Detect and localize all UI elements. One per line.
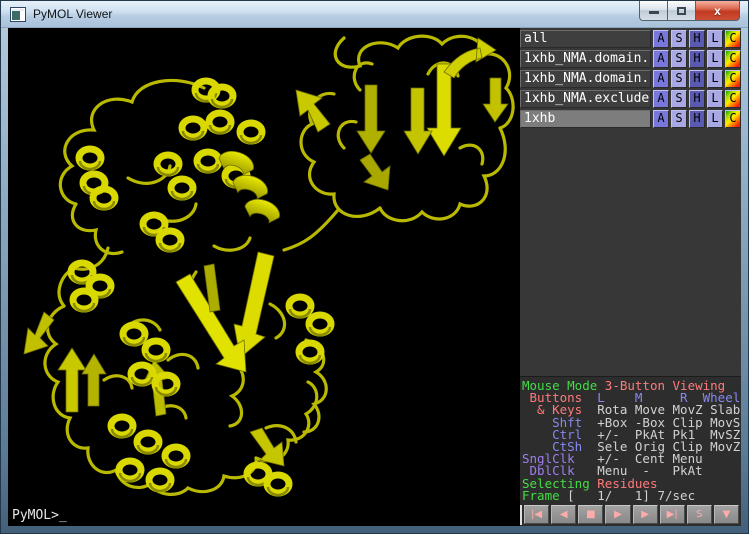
object-h-button[interactable]: H bbox=[689, 50, 705, 68]
window-content: PyMOL>_ allASHLC1xhb_NMA.domain.ASHLC1xh… bbox=[8, 28, 741, 526]
sidebar-spacer bbox=[520, 130, 741, 376]
minimize-button[interactable] bbox=[639, 1, 668, 21]
window-controls: x bbox=[639, 1, 740, 21]
step-back-button[interactable]: ◀ bbox=[551, 505, 576, 524]
menu-dropdown-button[interactable]: ▼ bbox=[714, 505, 739, 524]
go-to-start-button[interactable]: |◀ bbox=[524, 505, 549, 524]
object-row: allASHLC bbox=[520, 30, 741, 48]
play-button[interactable]: ▶ bbox=[605, 505, 630, 524]
viewport[interactable]: PyMOL>_ bbox=[8, 28, 520, 526]
object-name[interactable]: all bbox=[520, 30, 651, 48]
object-c-button[interactable]: C bbox=[725, 90, 741, 108]
object-h-button[interactable]: H bbox=[689, 90, 705, 108]
object-row: 1xhbASHLC bbox=[520, 110, 741, 128]
object-a-button[interactable]: A bbox=[653, 70, 669, 88]
sidebar: allASHLC1xhb_NMA.domain.ASHLC1xhb_NMA.do… bbox=[520, 28, 741, 526]
object-s-button[interactable]: S bbox=[671, 50, 687, 68]
object-l-button[interactable]: L bbox=[707, 50, 723, 68]
close-button[interactable]: x bbox=[695, 1, 740, 21]
titlebar[interactable]: PyMOL Viewer x bbox=[1, 1, 748, 28]
object-list: allASHLC1xhb_NMA.domain.ASHLC1xhb_NMA.do… bbox=[520, 28, 741, 130]
command-prompt[interactable]: PyMOL>_ bbox=[12, 508, 67, 523]
object-l-button[interactable]: L bbox=[707, 110, 723, 128]
object-a-button[interactable]: A bbox=[653, 90, 669, 108]
object-a-button[interactable]: A bbox=[653, 110, 669, 128]
window-title: PyMOL Viewer bbox=[33, 7, 112, 21]
object-l-button[interactable]: L bbox=[707, 90, 723, 108]
object-s-button[interactable]: S bbox=[671, 110, 687, 128]
step-forward-button[interactable]: ▶ bbox=[633, 505, 658, 524]
scene-s-button[interactable]: S bbox=[687, 505, 712, 524]
object-c-button[interactable]: C bbox=[725, 30, 741, 48]
molecule-canvas[interactable] bbox=[8, 28, 520, 526]
beta-strands bbox=[24, 38, 508, 466]
frame-controls: |◀◀■▶▶▶|S▼ bbox=[520, 504, 741, 526]
frame-divider bbox=[520, 505, 522, 525]
object-row: 1xhb_NMA.excludeASHLC bbox=[520, 90, 741, 108]
object-a-button[interactable]: A bbox=[653, 30, 669, 48]
object-c-button[interactable]: C bbox=[725, 50, 741, 68]
object-l-button[interactable]: L bbox=[707, 30, 723, 48]
object-name[interactable]: 1xhb_NMA.exclude bbox=[520, 90, 651, 108]
object-c-button[interactable]: C bbox=[725, 110, 741, 128]
object-s-button[interactable]: S bbox=[671, 70, 687, 88]
app-icon bbox=[10, 7, 26, 22]
object-name[interactable]: 1xhb_NMA.domain. bbox=[520, 50, 651, 68]
object-c-button[interactable]: C bbox=[725, 70, 741, 88]
close-icon: x bbox=[696, 4, 739, 18]
frame-row-segment: Frame bbox=[522, 488, 567, 503]
mouse-mode-panel: Mouse Mode 3-Button Viewing Buttons L M … bbox=[520, 376, 741, 504]
maximize-icon bbox=[677, 7, 686, 15]
object-l-button[interactable]: L bbox=[707, 70, 723, 88]
minimize-icon bbox=[649, 11, 659, 14]
object-row: 1xhb_NMA.domain.ASHLC bbox=[520, 50, 741, 68]
frame-row: Frame [ 1/ 1] 7/sec bbox=[522, 490, 741, 502]
object-h-button[interactable]: H bbox=[689, 70, 705, 88]
stop-button[interactable]: ■ bbox=[578, 505, 603, 524]
maximize-button[interactable] bbox=[668, 1, 695, 21]
object-name[interactable]: 1xhb bbox=[520, 110, 651, 128]
go-to-end-button[interactable]: ▶| bbox=[660, 505, 685, 524]
object-s-button[interactable]: S bbox=[671, 90, 687, 108]
object-s-button[interactable]: S bbox=[671, 30, 687, 48]
object-a-button[interactable]: A bbox=[653, 50, 669, 68]
object-row: 1xhb_NMA.domain.ASHLC bbox=[520, 70, 741, 88]
object-name[interactable]: 1xhb_NMA.domain. bbox=[520, 70, 651, 88]
object-h-button[interactable]: H bbox=[689, 30, 705, 48]
frame-row-segment: [ 1/ 1] 7/sec bbox=[567, 488, 695, 503]
object-h-button[interactable]: H bbox=[689, 110, 705, 128]
pymol-window: PyMOL Viewer x bbox=[0, 0, 749, 534]
